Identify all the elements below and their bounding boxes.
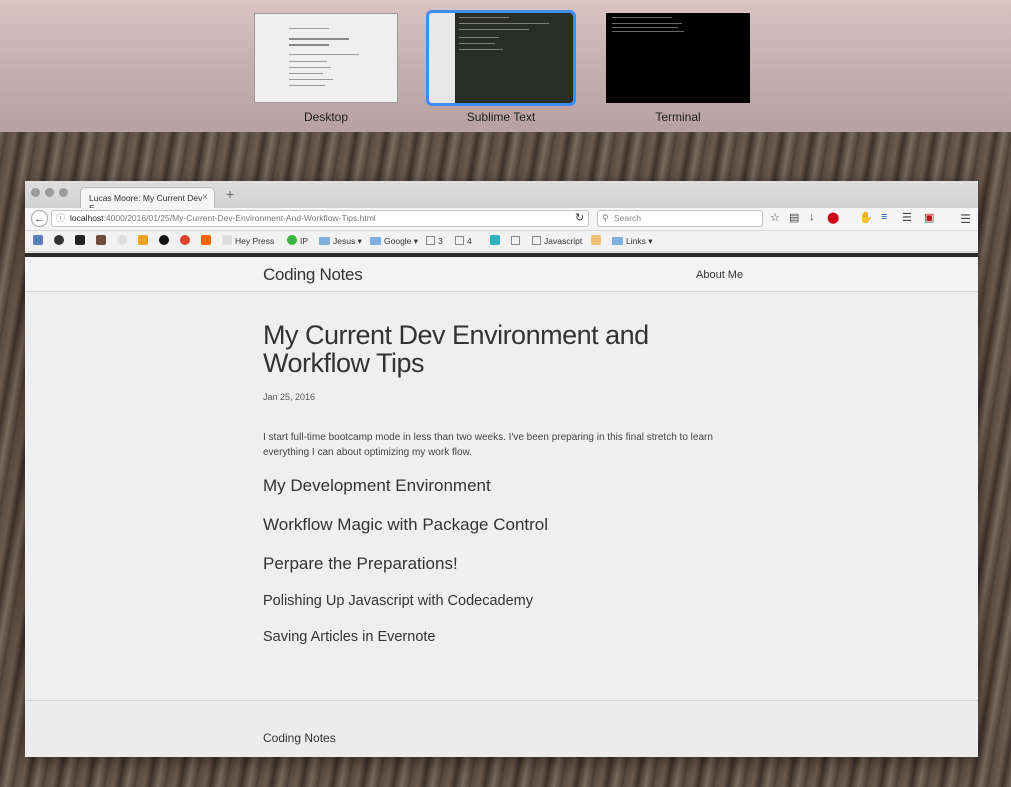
ycombinator-bookmark-icon[interactable] [201,235,214,247]
search-icon: ⚲ [602,213,609,223]
post-date: Jan 25, 2016 [263,392,316,402]
bookmark-folder-links[interactable]: Links ▾ [612,235,652,247]
site-header: Coding Notes About Me [25,253,978,292]
web-page: Coding Notes About Me My Current Dev Env… [25,253,978,757]
bookmark-icon-doc[interactable] [511,235,523,247]
site-title-link[interactable]: Coding Notes [263,265,363,285]
search-input[interactable]: ⚲ Search [597,210,763,227]
browser-tab[interactable]: Lucas Moore: My Current Dev E... × [80,187,215,213]
bookmark-hey-press[interactable]: Hey Press [222,235,274,247]
space-sublime-text[interactable]: Sublime Text [426,10,576,124]
space-terminal[interactable]: Terminal [606,13,750,124]
downloads-icon[interactable]: ↓ [809,211,815,223]
space-label: Terminal [655,110,701,124]
bookmark-icon-pencil[interactable] [591,235,604,247]
browser-window: Lucas Moore: My Current Dev E... × + ← ⓘ… [25,181,978,757]
minimize-window-button[interactable] [45,188,54,197]
bookmark-icon-2[interactable] [54,235,67,247]
extension-s-icon[interactable]: ≡ [881,211,887,223]
bookmark-star-icon[interactable]: ☆ [770,211,780,224]
producthunt-bookmark-icon[interactable] [180,235,193,247]
close-window-button[interactable] [31,188,40,197]
desktop-thumbnail[interactable] [254,13,398,103]
adblock-icon[interactable]: ⬤ [827,211,839,224]
bookmark-icon-teal[interactable] [490,235,503,247]
bookmark-ip[interactable]: IP [287,235,308,247]
bookmark-icon-black[interactable] [159,235,172,247]
new-tab-button[interactable]: + [226,186,234,202]
space-label: Sublime Text [466,110,536,124]
terminal-thumbnail[interactable] [606,13,750,103]
bookmarks-toolbar: Hey Press IP Jesus ▾ Google ▾ 3 4 Javasc… [25,231,978,252]
reload-icon[interactable]: ↻ [575,211,584,224]
mission-control-spaces-bar: Desktop Sublime Text Terminal [0,0,1011,132]
bookmark-icon-1[interactable] [33,235,46,247]
back-button[interactable]: ← [31,210,48,227]
post-title: My Current Dev Environment and Workflow … [263,320,649,378]
footer-site-title: Coding Notes [263,731,336,745]
zoom-window-button[interactable] [59,188,68,197]
section-heading: Perpare the Preparations! [263,554,458,573]
tab-bar: Lucas Moore: My Current Dev E... × + [25,181,978,213]
bookmark-4[interactable]: 4 [455,235,472,247]
space-desktop[interactable]: Desktop [254,13,398,124]
section-heading: My Development Environment [263,476,491,495]
section-heading: Polishing Up Javascript with Codecademy [263,593,533,609]
reading-list-icon[interactable]: ▤ [789,211,799,224]
about-me-link[interactable]: About Me [696,269,743,281]
url-bar[interactable]: ⓘ localhost:4000/2016/01/25/My-Current-D… [51,210,589,227]
hamburger-menu-icon[interactable]: ☰ [960,212,971,226]
extension-plus-icon[interactable]: ▣ [924,211,934,224]
bookmark-folder-google[interactable]: Google ▾ [370,235,418,247]
url-host: localhost [70,213,104,223]
navigation-toolbar: ← ⓘ localhost:4000/2016/01/25/My-Current… [25,208,978,231]
site-footer: Coding Notes [25,700,978,757]
site-info-icon[interactable]: ⓘ [56,211,65,226]
space-label: Desktop [303,110,349,124]
bookmark-icon-orange[interactable] [138,235,151,247]
section-heading: Saving Articles in Evernote [263,629,436,645]
post-intro: I start full-time bootcamp mode in less … [263,432,713,458]
buffer-bookmark-icon[interactable] [75,235,88,247]
reddit-bookmark-icon[interactable] [117,235,130,247]
extension-hand-icon[interactable]: ✋ [859,211,873,224]
url-path: :4000/2016/01/25/My-Current-Dev-Environm… [103,213,376,223]
tab-close-icon[interactable]: × [202,192,208,203]
bookmark-folder-jesus[interactable]: Jesus ▾ [319,235,362,247]
section-heading: Workflow Magic with Package Control [263,515,549,534]
bookmark-javascript[interactable]: Javascript [532,235,582,247]
sublime-thumbnail[interactable] [426,10,576,106]
search-placeholder: Search [614,213,641,223]
buffer-icon[interactable]: ☰ [902,211,912,224]
bookmark-3[interactable]: 3 [426,235,443,247]
instagram-bookmark-icon[interactable] [96,235,109,247]
